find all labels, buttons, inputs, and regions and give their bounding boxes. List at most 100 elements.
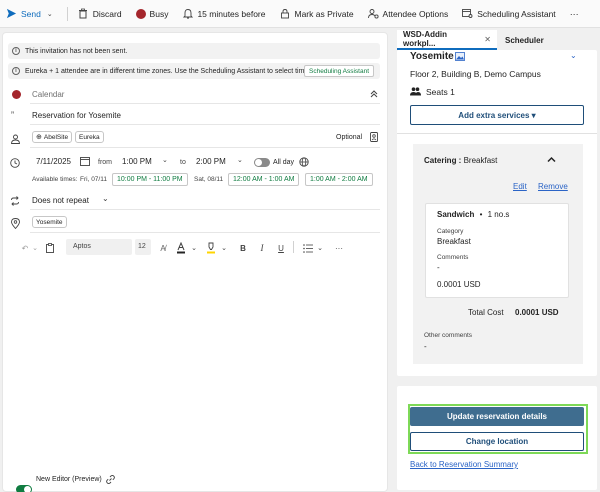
item-name: Sandwich [437, 210, 475, 219]
discard-button[interactable]: Discard [78, 8, 122, 19]
image-icon[interactable] [455, 52, 465, 61]
send-button[interactable]: Send ⌄ [6, 8, 53, 19]
more-options-button[interactable]: ··· [570, 9, 579, 19]
toolbar-divider [66, 6, 68, 21]
attendee-chip[interactable]: ⊕ AbelSite [32, 131, 73, 143]
mark-private-button[interactable]: Mark as Private [280, 8, 354, 19]
back-to-summary-link[interactable]: Back to Reservation Summary [410, 460, 518, 469]
more-icon: ··· [569, 8, 579, 19]
optional-attendees-link[interactable]: Optional [336, 134, 362, 141]
timezone-text: Eureka + 1 attendee are in different tim… [25, 67, 318, 75]
attendee-options-button[interactable]: Attendee Options [367, 8, 448, 19]
clipboard-icon[interactable] [44, 242, 56, 254]
repeat-selector[interactable]: Does not repeat [32, 196, 89, 205]
calendar-picker-icon[interactable] [80, 156, 90, 166]
bullet-separator: • [479, 210, 483, 219]
highlighter-icon[interactable] [205, 241, 217, 254]
remove-link[interactable]: Remove [538, 182, 568, 191]
close-icon[interactable]: ✕ [484, 35, 491, 44]
date-input[interactable]: 7/11/2025 [36, 157, 71, 166]
address-book-icon[interactable] [370, 132, 378, 142]
info-icon: i [12, 67, 20, 75]
new-editor-toggle[interactable] [16, 485, 32, 492]
location-chip[interactable]: Yosemite [32, 216, 67, 228]
edit-link[interactable]: Edit [513, 182, 527, 191]
scheduling-assistant-button[interactable]: Scheduling Assistant [462, 8, 556, 19]
tab-scheduler[interactable]: Scheduler [499, 30, 550, 50]
addin-tabs: WSD-Addin workpl... ✕ Scheduler [391, 30, 600, 50]
collapse-icon[interactable] [369, 89, 379, 99]
room-name: Yosemite [410, 51, 454, 62]
bell-icon [182, 8, 193, 19]
bold-icon[interactable]: B [237, 242, 249, 254]
discard-label: Discard [92, 8, 122, 19]
chevron-down-icon[interactable]: ⌄ [162, 156, 168, 164]
attendee-name: AbelSite [43, 133, 69, 141]
from-label: from [98, 159, 112, 166]
calendar-selector[interactable]: Calendar [32, 90, 64, 99]
title-quote-icon: ” [11, 110, 14, 120]
italic-icon[interactable]: I [256, 242, 268, 254]
change-location-button[interactable]: Change location [410, 432, 584, 451]
chevron-up-icon[interactable] [547, 156, 556, 163]
reminder-button[interactable]: 15 minutes before [182, 8, 266, 19]
all-day-toggle[interactable] [254, 158, 270, 167]
scheduling-assistant-banner-button[interactable]: Scheduling Assistant [304, 65, 374, 77]
more-format-icon[interactable]: ··· [333, 242, 345, 254]
item-quantity: 1 no.s [487, 210, 510, 219]
add-extra-services-button[interactable]: Add extra services ▾ [410, 105, 584, 125]
font-family-select[interactable]: Aptos [66, 239, 132, 255]
info-icon: i [12, 47, 20, 55]
send-label: Send [21, 8, 41, 19]
start-time-input[interactable]: 1:00 PM [122, 157, 152, 166]
title-input[interactable]: Reservation for Yosemite [32, 111, 121, 120]
people-icon [410, 87, 421, 96]
category-label: Category [437, 228, 464, 235]
chevron-down-icon[interactable]: ⌄ [220, 242, 228, 254]
available-slot[interactable]: 1:00 AM - 2:00 AM [305, 173, 373, 186]
divider [30, 147, 380, 148]
underline-icon[interactable]: U [275, 242, 287, 254]
end-time-input[interactable]: 2:00 PM [196, 157, 226, 166]
other-comments-label: Other comments [424, 332, 473, 339]
tab-wsd-addin[interactable]: WSD-Addin workpl... ✕ [397, 30, 497, 50]
person-icon [10, 134, 20, 144]
room-location: Floor 2, Building B, Demo Campus [410, 69, 541, 79]
available-slot[interactable]: 12:00 AM - 1:00 AM [228, 173, 300, 186]
other-comments-value: - [424, 342, 427, 351]
attendee-chip[interactable]: Eureka [75, 131, 104, 143]
link-icon[interactable] [106, 475, 115, 484]
clock-icon [10, 158, 20, 168]
available-day-2: Sat, 08/11 [194, 176, 224, 183]
busy-status-button[interactable]: Busy [135, 8, 168, 19]
bullet-list-icon[interactable] [302, 242, 314, 254]
chevron-down-icon[interactable]: ⌄ [31, 242, 39, 254]
chevron-down-icon[interactable]: ⌄ [190, 242, 198, 254]
catering-label: Catering : [424, 156, 462, 165]
timezone-banner: i Eureka + 1 attendee are in different t… [8, 63, 380, 79]
tab-label: Scheduler [505, 35, 544, 45]
seats-count: Seats 1 [426, 87, 455, 97]
undo-icon[interactable]: ↶ [18, 242, 32, 254]
font-size-select[interactable]: 12 [135, 239, 151, 255]
item-name-row: Sandwich • 1 no.s [437, 210, 509, 219]
timezone-globe-icon[interactable] [299, 157, 309, 167]
new-editor-label: New Editor (Preview) [36, 476, 102, 483]
send-icon [6, 8, 17, 19]
text-effects-icon[interactable]: A̸ [157, 242, 169, 254]
calendar-color-icon[interactable] [12, 90, 21, 99]
chevron-down-icon[interactable]: ⌄ [237, 156, 243, 164]
catering-type: Breakfast [463, 156, 498, 165]
comments-value: - [437, 263, 440, 272]
repeat-icon [10, 196, 20, 206]
available-slot[interactable]: 10:00 PM - 11:00 PM [112, 173, 188, 186]
chevron-down-icon[interactable]: ⌄ [102, 194, 109, 203]
chevron-down-icon[interactable]: ⌄ [316, 242, 324, 254]
chevron-down-icon[interactable]: ⌄ [47, 10, 53, 18]
private-label: Mark as Private [294, 8, 354, 19]
chevron-down-icon[interactable]: ⌄ [570, 51, 577, 60]
update-reservation-button[interactable]: Update reservation details [410, 407, 584, 426]
attendee-name: Eureka [79, 133, 100, 141]
reminder-label: 15 minutes before [197, 8, 266, 19]
font-color-icon[interactable] [175, 241, 187, 254]
